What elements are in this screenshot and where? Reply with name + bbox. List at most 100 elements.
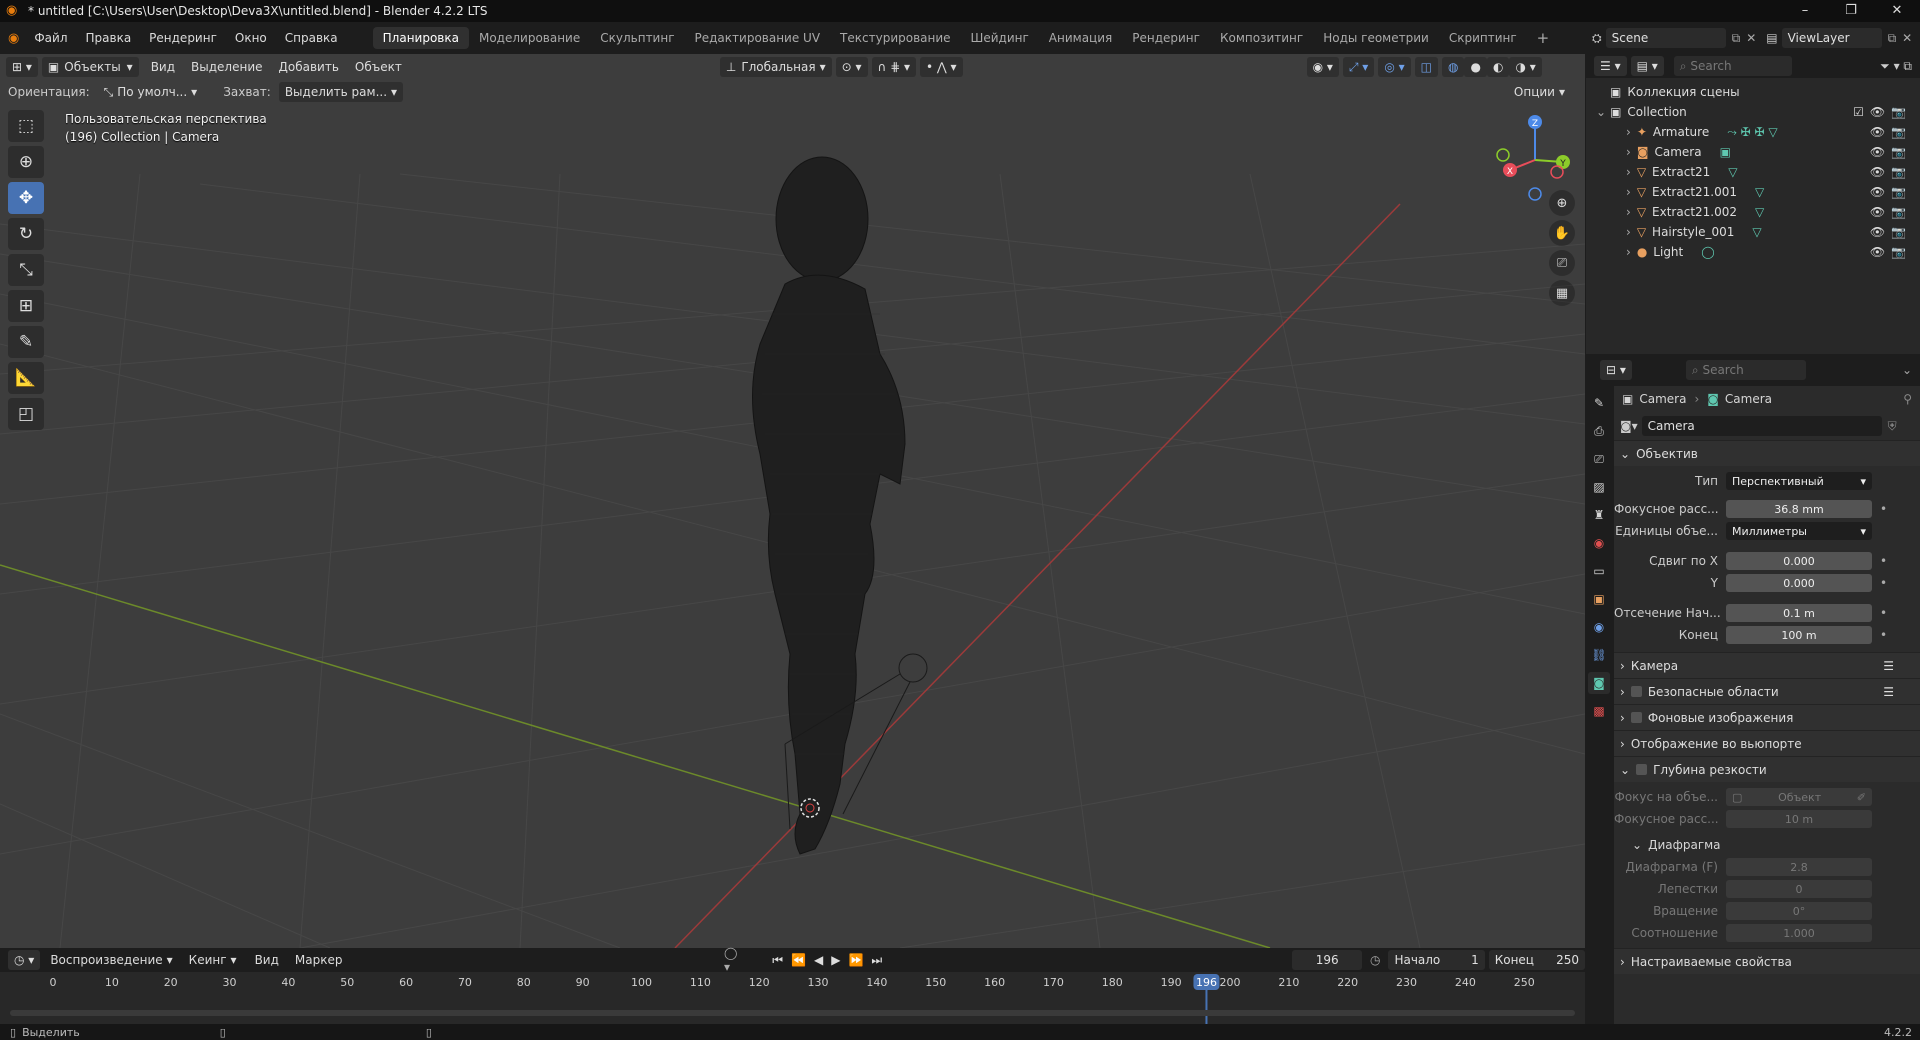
new-scene-icon[interactable]: ⧉ xyxy=(1732,31,1741,46)
playback-menu[interactable]: Воспроизведение ▾ xyxy=(44,950,178,970)
panel-safe-areas-header[interactable]: › Безопасные области ☰ xyxy=(1614,678,1920,704)
shading-solid-button[interactable]: ● xyxy=(1464,57,1487,77)
list-icon[interactable]: ☰ xyxy=(1883,685,1894,699)
chevron-right-icon[interactable]: › xyxy=(1626,145,1631,159)
timeline-editor-type[interactable]: ◷ ▾ xyxy=(8,950,41,970)
tab-view-layer[interactable]: ▨ xyxy=(1588,476,1610,498)
keyframe-dot-icon[interactable]: • xyxy=(1880,606,1887,620)
list-icon[interactable]: ☰ xyxy=(1883,659,1894,673)
cursor-tool[interactable]: ⊕ xyxy=(8,146,44,178)
viewlayer-icon[interactable]: ▤ xyxy=(1766,31,1777,45)
start-frame-field[interactable]: Начало 1 xyxy=(1388,950,1485,970)
xray-toggle[interactable]: ◫ xyxy=(1414,57,1438,77)
tab-geometry-nodes[interactable]: Ноды геометрии xyxy=(1313,27,1439,49)
timeline-scrollbar[interactable] xyxy=(10,1010,1575,1016)
outliner-editor-type[interactable]: ☰ ▾ xyxy=(1594,56,1627,76)
preview-range-icon[interactable]: ◷ xyxy=(1370,953,1380,967)
tab-animation[interactable]: Анимация xyxy=(1039,27,1122,49)
menu-file[interactable]: Файл xyxy=(25,31,76,45)
transform-orientation-selector[interactable]: ⊥ Глобальная ▾ xyxy=(719,57,832,77)
scene-selector[interactable]: Scene xyxy=(1605,28,1726,48)
zoom-button[interactable]: ⊕ xyxy=(1549,190,1575,216)
panel-lens-header[interactable]: ⌄ Объектив xyxy=(1614,440,1920,466)
panel-camera-header[interactable]: › Камера ☰ xyxy=(1614,652,1920,678)
visibility-icons[interactable]: 👁📷 xyxy=(1870,125,1912,139)
tab-compositing[interactable]: Композитинг xyxy=(1210,27,1313,49)
delete-scene-icon[interactable]: ✕ xyxy=(1746,31,1756,45)
outliner-item-camera[interactable]: › ◙ Camera ▣ 👁📷 xyxy=(1586,142,1920,162)
display-mode-selector[interactable]: ▤ ▾ xyxy=(1630,56,1664,76)
focal-length-field[interactable]: 36.8 mm xyxy=(1726,500,1872,518)
chevron-right-icon[interactable]: › xyxy=(1626,185,1631,199)
timeline-ticks[interactable]: 0 10 20 30 40 50 60 70 80 90 100 110 120 130 140 150 160… xyxy=(0,972,1585,1024)
close-button[interactable]: ✕ xyxy=(1874,0,1920,22)
tab-object[interactable]: ▣ xyxy=(1588,588,1610,610)
timeline-marker-menu[interactable]: Маркер xyxy=(287,953,351,967)
character-mesh-wireframe[interactable] xyxy=(752,156,906,855)
mode-selector[interactable]: ▣ Объекты ▾ xyxy=(41,57,139,77)
pin-icon[interactable]: ⚲ xyxy=(1903,392,1912,406)
menu-window[interactable]: Окно xyxy=(226,31,276,45)
panel-custom-props-header[interactable]: › Настраиваемые свойства xyxy=(1614,948,1920,974)
fake-user-icon[interactable]: ⛨ xyxy=(1888,419,1897,434)
tab-modeling[interactable]: Моделирование xyxy=(469,27,590,49)
keyframe-dot-icon[interactable]: • xyxy=(1880,554,1887,568)
dof-checkbox[interactable] xyxy=(1636,764,1648,775)
snap-toggle[interactable]: ∩ ⋕ ▾ xyxy=(871,57,916,77)
aperture-ratio-field[interactable]: 1.000 xyxy=(1726,924,1872,942)
orientation-dropdown[interactable]: ⤡ По умолч... ▾ xyxy=(98,82,204,102)
outliner-item-extract21[interactable]: › ▽ Extract21 ▽ 👁📷 xyxy=(1586,162,1920,182)
options-dropdown[interactable]: Опции ▾ xyxy=(1508,82,1571,102)
tab-output[interactable]: ⎚ xyxy=(1588,448,1610,470)
auto-key-icon[interactable]: ◯ ▾ xyxy=(724,946,746,974)
menu-add[interactable]: Добавить xyxy=(271,60,347,74)
datablock-name-field[interactable]: Camera xyxy=(1641,416,1882,436)
shading-material-button[interactable]: ◐ xyxy=(1486,57,1510,77)
shift-y-field[interactable]: 0.000 xyxy=(1726,574,1872,592)
proportional-edit-toggle[interactable]: • ⋀ ▾ xyxy=(920,57,963,77)
scene-icon[interactable]: ⛭ xyxy=(1592,31,1602,46)
chevron-down-icon[interactable]: ⌄ xyxy=(1902,363,1912,377)
panel-viewport-display-header[interactable]: › Отображение во вьюпорте xyxy=(1614,730,1920,756)
transform-tool[interactable]: ⊞ xyxy=(8,290,44,322)
add-cube-tool[interactable]: ◰ xyxy=(8,398,44,430)
annotate-tool[interactable]: ✎ xyxy=(8,326,44,358)
outliner-item-extract21-002[interactable]: › ▽ Extract21.002 ▽ 👁📷 xyxy=(1586,202,1920,222)
tab-scene[interactable]: ♜ xyxy=(1588,504,1610,526)
gizmo-toggle[interactable]: ⤢ ▾ xyxy=(1342,57,1375,77)
current-frame-field[interactable]: 196 xyxy=(1292,950,1362,970)
visibility-icons[interactable]: 👁📷 xyxy=(1870,165,1912,179)
bg-images-checkbox[interactable] xyxy=(1630,712,1642,723)
3d-viewport[interactable]: ⊞ ▾ ▣ Объекты ▾ Вид Выделение Добавить Объ… xyxy=(0,54,1585,948)
minimize-button[interactable]: – xyxy=(1782,0,1828,22)
collection-visibility-icons[interactable]: ☑👁📷 xyxy=(1853,105,1912,119)
menu-view[interactable]: Вид xyxy=(143,60,183,74)
keying-menu[interactable]: Кеинг ▾ xyxy=(183,950,243,970)
menu-edit[interactable]: Правка xyxy=(77,31,141,45)
viewport-canvas[interactable] xyxy=(0,54,1585,948)
tab-physics[interactable]: ◉ xyxy=(1588,616,1610,638)
focus-object-field[interactable]: ▢ Объект ✐ xyxy=(1726,788,1872,806)
timeline-view-menu[interactable]: Вид xyxy=(247,953,287,967)
new-viewlayer-icon[interactable]: ⧉ xyxy=(1888,31,1897,46)
outliner-item-light[interactable]: › ● Light ◯ 👁📷 xyxy=(1586,242,1920,262)
keyframe-dot-icon[interactable]: • xyxy=(1880,502,1887,516)
scene-collection-row[interactable]: ▣ Коллекция сцены xyxy=(1586,82,1920,102)
tab-constraints[interactable]: ⛓ xyxy=(1588,644,1610,666)
scale-tool[interactable]: ⤡ xyxy=(8,254,44,286)
shading-rendered-button[interactable]: ◑ ▾ xyxy=(1509,57,1542,77)
clip-end-field[interactable]: 100 m xyxy=(1726,626,1872,644)
menu-help[interactable]: Справка xyxy=(276,31,347,45)
blender-menu-icon[interactable]: ◉ xyxy=(8,31,19,46)
lens-type-dropdown[interactable]: Перспективный ▾ xyxy=(1726,472,1872,490)
safe-areas-checkbox[interactable] xyxy=(1630,686,1642,697)
visibility-icons[interactable]: 👁📷 xyxy=(1870,185,1912,199)
tab-sculpting[interactable]: Скульптинг xyxy=(590,27,684,49)
outliner-search-input[interactable]: ⌕ Search xyxy=(1673,56,1792,76)
aperture-rotation-field[interactable]: 0° xyxy=(1726,902,1872,920)
menu-select[interactable]: Выделение xyxy=(183,60,270,74)
lens-unit-dropdown[interactable]: Миллиметры ▾ xyxy=(1726,522,1872,540)
menu-render[interactable]: Рендеринг xyxy=(140,31,226,45)
tab-shading[interactable]: Шейдинг xyxy=(961,27,1039,49)
shading-wireframe-button[interactable]: ◍ xyxy=(1442,57,1465,77)
